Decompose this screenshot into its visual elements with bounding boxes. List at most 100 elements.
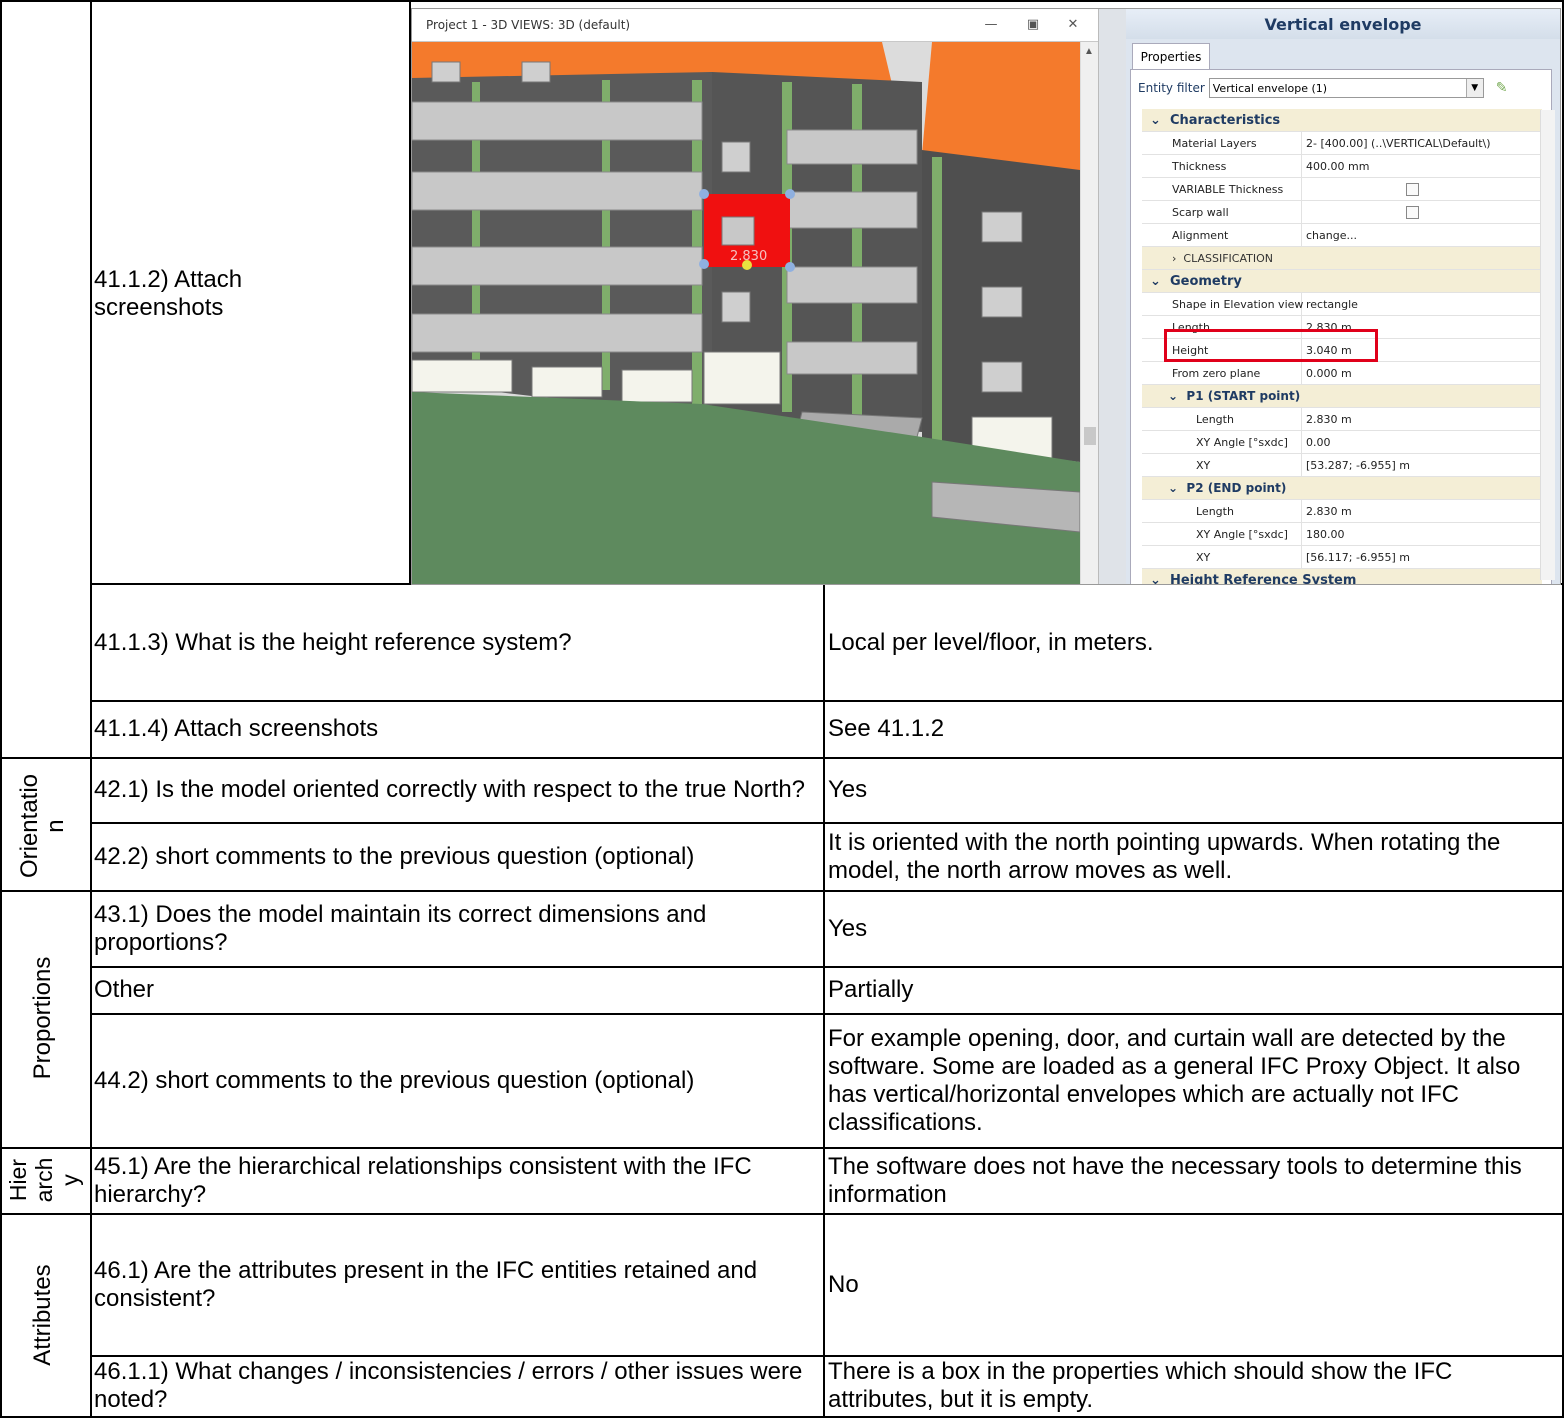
question-45-1: 45.1) Are the hierarchical relationships…: [94, 1152, 752, 1208]
property-key: XY: [1142, 546, 1302, 568]
properties-panel: Vertical envelope Properties Entity filt…: [1126, 9, 1560, 584]
question-other: Other: [94, 976, 155, 1003]
close-icon[interactable]: ✕: [1062, 15, 1084, 35]
answer-other: Partially: [828, 976, 914, 1003]
category-p1[interactable]: ⌄ P1 (START point): [1142, 385, 1542, 408]
scarp-wall-checkbox[interactable]: [1406, 205, 1419, 219]
property-value: 400.00 mm: [1306, 159, 1370, 173]
property-key: Scarp wall: [1142, 201, 1302, 223]
property-value: 0.000 m: [1306, 366, 1352, 380]
category-title: Height Reference System: [1169, 572, 1357, 585]
entity-filter-value: Vertical envelope (1): [1212, 81, 1328, 95]
property-key: Length: [1142, 500, 1302, 522]
property-row[interactable]: Length 2.830 m: [1142, 408, 1542, 431]
answer-43-1: Yes: [828, 914, 868, 942]
question-42-1: 42.1) Is the model oriented correctly wi…: [94, 776, 806, 803]
question-41-1-4: 41.1.4) Attach screenshots: [94, 715, 379, 742]
property-row[interactable]: Length 2.830 m: [1142, 500, 1542, 523]
answer-44-2: For example opening, door, and curtain w…: [828, 1024, 1521, 1136]
property-key: VARIABLE Thickness: [1142, 178, 1302, 200]
property-row[interactable]: VARIABLE Thickness: [1142, 178, 1542, 201]
category-title: CLASSIFICATION: [1183, 251, 1273, 265]
category-characteristics[interactable]: ⌄ Characteristics: [1142, 109, 1542, 132]
table-border-top: [0, 0, 1564, 2]
property-row[interactable]: Thickness 400.00 mm: [1142, 155, 1542, 178]
property-row[interactable]: XY Angle [°sxdc] 180.00: [1142, 523, 1542, 546]
splitter[interactable]: [1098, 9, 1128, 584]
category-height-reference[interactable]: ⌄ Height Reference System: [1142, 569, 1542, 585]
question-42-2: 42.2) short comments to the previous que…: [94, 842, 695, 870]
height-highlight-box: [1164, 329, 1378, 362]
category-title: P1 (START point): [1186, 389, 1301, 403]
question-46-1-1: 46.1.1) What changes / inconsistencies /…: [94, 1358, 803, 1413]
filter-edit-icon[interactable]: ✎: [1496, 80, 1508, 96]
viewport-titlebar: Project 1 - 3D VIEWS: 3D (default) — ▣ ✕: [412, 9, 1098, 42]
entity-filter: Entity filter Vertical envelope (1) ▼ ✎: [1138, 77, 1548, 99]
answer-column-divider: [823, 585, 825, 1418]
question-46-1: 46.1) Are the attributes present in the …: [94, 1256, 758, 1312]
answer-42-2: It is oriented with the north pointing u…: [828, 828, 1501, 884]
property-value: rectangle: [1306, 297, 1358, 311]
category-title: P2 (END point): [1186, 481, 1287, 495]
attached-screenshot: Project 1 - 3D VIEWS: 3D (default) — ▣ ✕: [411, 8, 1561, 585]
property-row[interactable]: Alignment change...: [1142, 224, 1542, 247]
category-classification[interactable]: › CLASSIFICATION: [1142, 247, 1542, 270]
viewport-scrollbar[interactable]: ▲: [1080, 42, 1099, 584]
category-title: Geometry: [1169, 273, 1242, 289]
property-row[interactable]: Scarp wall: [1142, 201, 1542, 224]
entity-filter-label: Entity filter: [1138, 81, 1205, 95]
scroll-thumb[interactable]: [1084, 427, 1096, 445]
property-row[interactable]: Material Layers 2- [400.00] (..\VERTICAL\…: [1142, 132, 1542, 155]
answer-42-1: Yes: [828, 776, 868, 803]
table-border-left: [0, 0, 2, 1418]
answer-46-1-1: There is a box in the properties which s…: [828, 1358, 1453, 1413]
property-row[interactable]: From zero plane 0.000 m: [1142, 362, 1542, 385]
property-value: 0.00: [1306, 435, 1331, 449]
section-label-orientation: Orientatio n: [16, 773, 69, 879]
properties-scrollbar[interactable]: [1540, 110, 1555, 580]
minimize-icon[interactable]: —: [980, 15, 1002, 35]
property-row[interactable]: XY [56.117; -6.955] m: [1142, 546, 1542, 569]
property-key: From zero plane: [1142, 362, 1302, 384]
question-41-1-3: 41.1.3) What is the height reference sys…: [94, 628, 572, 656]
variable-thickness-checkbox[interactable]: [1406, 182, 1419, 196]
viewport-title: Project 1 - 3D VIEWS: 3D (default): [426, 18, 631, 32]
property-row[interactable]: Shape in Elevation view rectangle: [1142, 293, 1542, 316]
section-label-hierarchy: Hier arch y: [5, 1157, 83, 1203]
property-value: [53.287; -6.955] m: [1306, 458, 1410, 472]
property-value: 2.830 m: [1306, 504, 1352, 518]
section-column-divider: [90, 0, 92, 1418]
property-key: Material Layers: [1142, 132, 1302, 154]
restore-icon[interactable]: ▣: [1022, 15, 1044, 35]
property-value: [56.117; -6.955] m: [1306, 550, 1410, 564]
property-key: XY Angle [°sxdc]: [1142, 523, 1302, 545]
property-value: 180.00: [1306, 527, 1345, 541]
property-value: 2.830 m: [1306, 412, 1352, 426]
3d-building-view[interactable]: 2.830: [412, 42, 1080, 584]
question-41-1-2: 41.1.2) Attach screenshots: [94, 266, 243, 321]
entity-filter-select[interactable]: Vertical envelope (1) ▼: [1208, 78, 1484, 98]
category-geometry[interactable]: ⌄ Geometry: [1142, 270, 1542, 293]
3d-viewport-window: Project 1 - 3D VIEWS: 3D (default) — ▣ ✕: [412, 9, 1099, 584]
answer-46-1: No: [828, 1270, 859, 1298]
section-label-proportions: Proportions: [29, 956, 56, 1080]
answer-41-1-4: See 41.1.2: [828, 715, 945, 742]
question-43-1: 43.1) Does the model maintain its correc…: [94, 900, 707, 956]
property-row[interactable]: XY Angle [°sxdc] 0.00: [1142, 431, 1542, 454]
property-row[interactable]: XY [53.287; -6.955] m: [1142, 454, 1542, 477]
property-key: Shape in Elevation view: [1142, 293, 1303, 315]
category-p2[interactable]: ⌄ P2 (END point): [1142, 477, 1542, 500]
panel-title: Vertical envelope: [1126, 9, 1560, 39]
scroll-up-icon[interactable]: ▲: [1084, 46, 1094, 57]
property-value: 2- [400.00] (..\VERTICAL\Default\): [1306, 136, 1491, 150]
property-key: XY Angle [°sxdc]: [1142, 431, 1302, 453]
answer-45-1: The software does not have the necessary…: [828, 1152, 1522, 1208]
chevron-down-icon[interactable]: ▼: [1465, 79, 1483, 97]
tab-properties[interactable]: Properties: [1132, 43, 1210, 70]
property-key: Thickness: [1142, 155, 1302, 177]
property-key: Length: [1142, 408, 1302, 430]
category-title: Characteristics: [1169, 112, 1281, 128]
question-44-2: 44.2) short comments to the previous que…: [94, 1066, 695, 1094]
alignment-change-link[interactable]: change...: [1302, 224, 1542, 246]
property-key: XY: [1142, 454, 1302, 476]
